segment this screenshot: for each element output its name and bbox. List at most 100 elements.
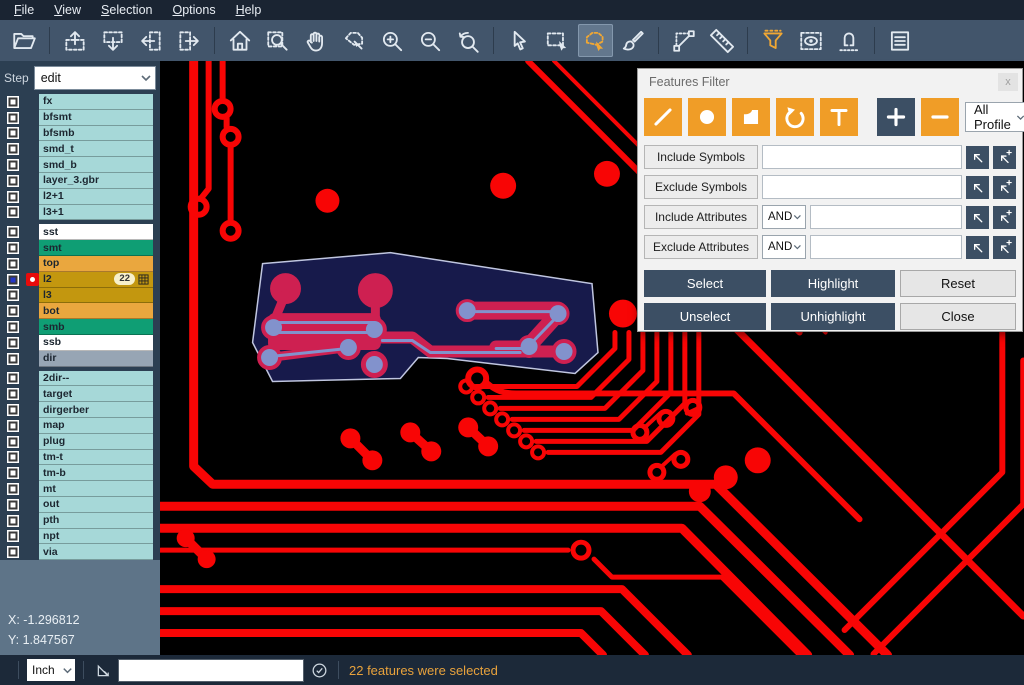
layer-name-npt[interactable]: npt	[39, 529, 153, 545]
layer-name-plug[interactable]: plug	[39, 434, 153, 450]
layer-checkbox[interactable]	[7, 175, 19, 187]
layer-checkbox[interactable]	[7, 404, 19, 416]
layer-checkbox[interactable]	[7, 451, 19, 463]
select-polygon-button[interactable]	[578, 24, 613, 57]
layer-name-l2+1[interactable]: l2+1	[39, 189, 153, 205]
layer-checkbox[interactable]	[7, 191, 19, 203]
menu-item-options[interactable]: Options	[162, 1, 225, 19]
layer-name-smd_b[interactable]: smd_b	[39, 157, 153, 173]
layer-checkbox[interactable]	[7, 289, 19, 301]
layer-name-bfsmt[interactable]: bfsmt	[39, 110, 153, 126]
open-file-button[interactable]	[7, 24, 42, 57]
unit-select[interactable]: Inch	[27, 659, 75, 681]
layer-name-via[interactable]: via	[39, 544, 153, 560]
exclude-attributes-add-pick-button[interactable]	[993, 236, 1016, 259]
filter-arcs-button[interactable]	[776, 98, 814, 136]
include-attributes-add-pick-button[interactable]	[993, 206, 1016, 229]
include-symbols-input[interactable]	[762, 145, 962, 169]
layer-checkbox[interactable]	[7, 274, 19, 286]
layer-name-out[interactable]: out	[39, 497, 153, 513]
zoom-window-button[interactable]	[261, 24, 296, 57]
unhighlight-button[interactable]: Unhighlight	[771, 303, 895, 330]
layer-name-layer_3.gbr[interactable]: layer_3.gbr	[39, 173, 153, 189]
layer-checkbox[interactable]	[7, 353, 19, 365]
layer-name-top[interactable]: top	[39, 256, 153, 272]
filter-pads-button[interactable]	[688, 98, 726, 136]
dialog-title-bar[interactable]: Features Filter x	[638, 69, 1022, 95]
close-button[interactable]: Close	[900, 303, 1016, 330]
layer-name-l2[interactable]: l222	[39, 272, 153, 288]
layer-checkbox[interactable]	[7, 127, 19, 139]
snap-angle-icon[interactable]	[92, 659, 114, 681]
pan-hand-button[interactable]	[299, 24, 334, 57]
layer-checkbox[interactable]	[7, 242, 19, 254]
sync-check-icon[interactable]	[308, 659, 330, 681]
layer-name-smd_t[interactable]: smd_t	[39, 141, 153, 157]
zoom-out-button[interactable]	[413, 24, 448, 57]
layer-name-smt[interactable]: smt	[39, 240, 153, 256]
layer-name-dir[interactable]: dir	[39, 351, 153, 367]
layer-checkbox[interactable]	[7, 436, 19, 448]
highlight-brush-button[interactable]	[616, 24, 651, 57]
layer-name-fx[interactable]: fx	[39, 94, 153, 110]
layer-checkbox[interactable]	[7, 226, 19, 238]
layer-checkbox[interactable]	[7, 305, 19, 317]
layer-name-tm-t[interactable]: tm-t	[39, 450, 153, 466]
menu-item-selection[interactable]: Selection	[91, 1, 162, 19]
features-filter-button[interactable]	[756, 24, 791, 57]
layer-checkbox[interactable]	[7, 321, 19, 333]
layers-panel-button[interactable]	[883, 24, 918, 57]
layer-checkbox[interactable]	[7, 388, 19, 400]
view-options-button[interactable]	[794, 24, 829, 57]
layer-name-smb[interactable]: smb	[39, 319, 153, 335]
filter-text-button[interactable]	[820, 98, 858, 136]
filter-surfaces-button[interactable]	[732, 98, 770, 136]
exclude-attributes-operator-select[interactable]: AND	[762, 235, 806, 259]
pan-up-button[interactable]	[58, 24, 93, 57]
grid-icon[interactable]	[138, 274, 149, 285]
unselect-button[interactable]: Unselect	[644, 303, 766, 330]
layer-checkbox[interactable]	[7, 515, 19, 527]
exclude-symbols-pick-button[interactable]	[966, 176, 989, 199]
layer-name-ssb[interactable]: ssb	[39, 335, 153, 351]
measure-ruler-button[interactable]	[705, 24, 740, 57]
select-rectangle-button[interactable]	[540, 24, 575, 57]
zoom-previous-button[interactable]	[451, 24, 486, 57]
exclude-attributes-button[interactable]: Exclude Attributes	[644, 235, 758, 259]
layer-checkbox[interactable]	[7, 530, 19, 542]
include-attributes-operator-select[interactable]: AND	[762, 205, 806, 229]
pan-left-button[interactable]	[134, 24, 169, 57]
menu-item-view[interactable]: View	[44, 1, 91, 19]
include-symbols-button[interactable]: Include Symbols	[644, 145, 758, 169]
layer-checkbox[interactable]	[7, 112, 19, 124]
menu-item-help[interactable]: Help	[226, 1, 272, 19]
layer-name-tm-b[interactable]: tm-b	[39, 465, 153, 481]
layer-name-dirgerber[interactable]: dirgerber	[39, 402, 153, 418]
measure-line-button[interactable]	[667, 24, 702, 57]
select-button[interactable]: Select	[644, 270, 766, 297]
pan-right-button[interactable]	[172, 24, 207, 57]
zoom-polygon-button[interactable]	[337, 24, 372, 57]
dialog-close-button[interactable]: x	[998, 73, 1018, 91]
active-layer-dot[interactable]	[26, 273, 39, 286]
layer-name-mt[interactable]: mt	[39, 481, 153, 497]
layer-name-bfsmb[interactable]: bfsmb	[39, 126, 153, 142]
layer-name-map[interactable]: map	[39, 418, 153, 434]
layer-checkbox[interactable]	[7, 546, 19, 558]
select-pointer-button[interactable]	[502, 24, 537, 57]
exclude-symbols-button[interactable]: Exclude Symbols	[644, 175, 758, 199]
zoom-in-button[interactable]	[375, 24, 410, 57]
filter-remove-button[interactable]	[921, 98, 959, 136]
step-select[interactable]: edit	[34, 66, 156, 90]
layer-checkbox[interactable]	[7, 96, 19, 108]
zoom-home-button[interactable]	[223, 24, 258, 57]
exclude-symbols-input[interactable]	[762, 175, 962, 199]
highlight-button[interactable]: Highlight	[771, 270, 895, 297]
menu-item-file[interactable]: File	[4, 1, 44, 19]
filter-lines-button[interactable]	[644, 98, 682, 136]
include-attributes-input[interactable]	[810, 205, 962, 229]
command-input[interactable]	[118, 659, 304, 682]
include-attributes-button[interactable]: Include Attributes	[644, 205, 758, 229]
exclude-attributes-pick-button[interactable]	[966, 236, 989, 259]
layer-checkbox[interactable]	[7, 420, 19, 432]
